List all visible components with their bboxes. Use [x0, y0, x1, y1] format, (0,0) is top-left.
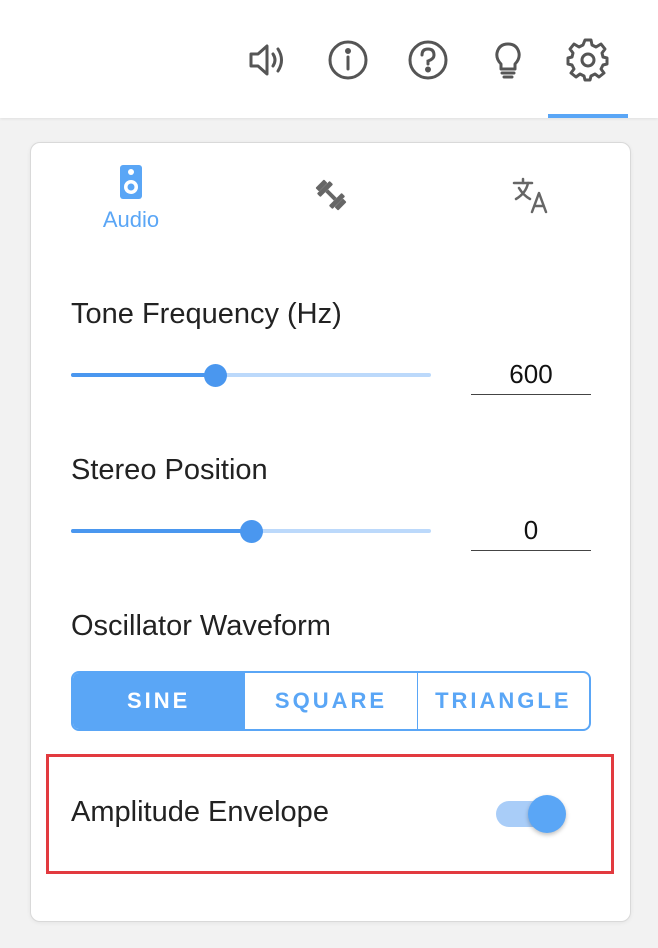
slider-fill	[71, 373, 215, 377]
tone-frequency-field[interactable]	[471, 355, 591, 395]
waveform-option-sine[interactable]: SINE	[73, 673, 245, 729]
stereo-position-slider[interactable]	[71, 519, 431, 543]
settings-panel: Audio Tone Frequency (Hz) 600 Stereo Pos…	[30, 142, 631, 922]
waveform-selector: SINE SQUARE TRIANGLE	[71, 671, 591, 731]
amplitude-envelope-label: Amplitude Envelope	[71, 796, 329, 828]
tab-audio-label: Audio	[102, 207, 160, 232]
stereo-position-field[interactable]	[471, 511, 591, 551]
slider-thumb[interactable]	[240, 520, 263, 543]
waveform-option-triangle[interactable]: TRIANGLE	[416, 673, 589, 729]
tab-audio[interactable]: Audio	[71, 163, 191, 243]
tab-exercise[interactable]	[271, 163, 391, 243]
slider-thumb[interactable]	[204, 364, 227, 387]
active-tab-indicator	[548, 114, 628, 118]
help-icon[interactable]	[404, 36, 452, 84]
gear-icon[interactable]	[564, 36, 612, 84]
speaker-device-icon	[120, 165, 142, 199]
translate-icon	[512, 177, 548, 214]
tone-frequency-slider[interactable]	[71, 363, 431, 387]
toggle-thumb	[528, 795, 566, 833]
amplitude-envelope-toggle[interactable]	[494, 793, 570, 835]
top-toolbar	[0, 0, 658, 118]
tab-language[interactable]	[471, 163, 591, 243]
waveform-option-square[interactable]: SQUARE	[244, 673, 416, 729]
stereo-position-label: Stereo Position	[71, 454, 268, 486]
oscillator-waveform-label: Oscillator Waveform	[71, 610, 331, 642]
speaker-icon[interactable]	[244, 36, 292, 84]
info-icon[interactable]	[324, 36, 372, 84]
lightbulb-icon[interactable]	[484, 36, 532, 84]
dumbbell-icon	[315, 179, 347, 211]
slider-fill	[71, 529, 251, 533]
tone-frequency-label: Tone Frequency (Hz)	[71, 298, 342, 330]
